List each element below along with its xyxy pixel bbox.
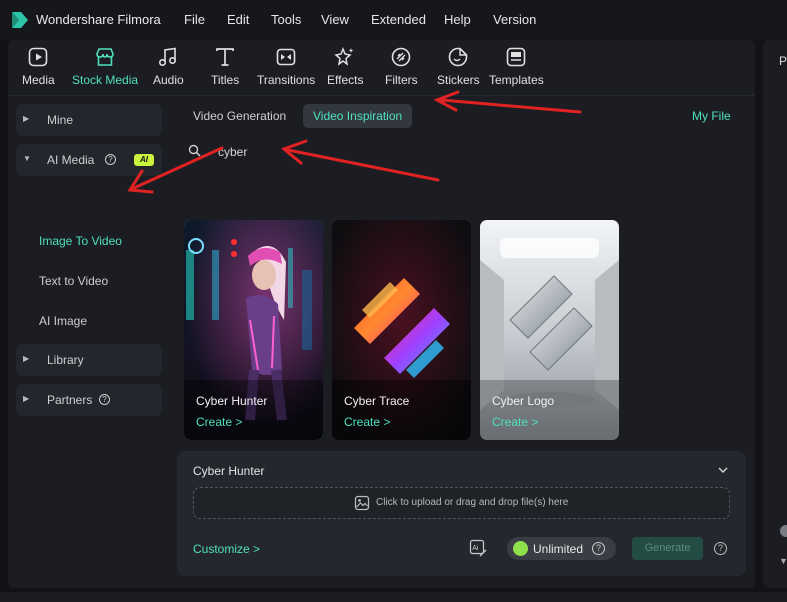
title-bar: Wondershare Filmora File Edit Tools View… (0, 0, 787, 40)
right-panel-label: P (779, 54, 787, 68)
chevron-down-icon[interactable]: ▼ (779, 556, 787, 566)
generator-title: Cyber Hunter (193, 464, 265, 478)
ai-settings-icon[interactable]: Ai (469, 539, 487, 557)
chevron-right-icon: ▶ (23, 354, 30, 363)
sidebar: ▶ Mine ▼ AI Media ? AI Image To Video Te… (8, 96, 170, 588)
sidebar-item-mine[interactable]: ▶ Mine (16, 104, 162, 136)
tab-audio-label: Audio (153, 73, 184, 87)
help-icon[interactable]: ? (99, 394, 110, 405)
tab-stickers[interactable]: Stickers (437, 46, 480, 87)
tab-transitions-label: Transitions (257, 73, 316, 87)
transitions-icon (276, 48, 296, 66)
generator-panel: Cyber Hunter Click to upload or drag and… (177, 451, 746, 576)
menu-help[interactable]: Help (444, 12, 471, 27)
sidebar-item-image-to-video[interactable]: Image To Video (39, 234, 122, 248)
main-panel: Media Stock Media Audio Titles Transitio… (8, 40, 755, 588)
search-icon (188, 144, 201, 157)
upload-dropzone[interactable]: Click to upload or drag and drop file(s)… (193, 487, 730, 519)
template-card-cyber-trace[interactable]: Cyber Trace Create > (332, 220, 471, 440)
slider-knob[interactable] (780, 525, 787, 537)
card-title: Cyber Logo (492, 394, 555, 408)
chevron-down-icon[interactable] (717, 464, 729, 476)
media-icon (29, 47, 48, 67)
tab-video-generation[interactable]: Video Generation (183, 104, 296, 128)
tab-filters[interactable]: Filters (385, 46, 418, 87)
card-title: Cyber Trace (344, 394, 410, 408)
menu-view[interactable]: View (321, 12, 349, 27)
audio-icon (159, 47, 177, 67)
tab-effects-label: Effects (327, 73, 364, 87)
filters-icon (392, 47, 411, 67)
templates-icon (507, 47, 526, 67)
tab-templates-label: Templates (489, 73, 544, 87)
search-input[interactable]: cyber (218, 145, 247, 159)
bottom-strip (0, 592, 787, 602)
unlimited-label: Unlimited (533, 542, 584, 556)
chevron-right-icon: ▶ (23, 394, 30, 403)
menu-extended[interactable]: Extended (371, 12, 426, 27)
titles-icon (216, 48, 234, 66)
tab-transitions[interactable]: Transitions (257, 46, 315, 87)
upload-hint: Click to upload or drag and drop file(s)… (376, 497, 569, 508)
media-toolbar: Media Stock Media Audio Titles Transitio… (8, 40, 755, 96)
generate-button[interactable]: Generate (632, 537, 703, 560)
create-link[interactable]: Create > (196, 415, 242, 429)
sidebar-item-label: Partners (47, 393, 93, 407)
sidebar-item-ai-media[interactable]: ▼ AI Media ? AI (16, 144, 162, 176)
template-card-cyber-hunter[interactable]: Cyber Hunter Create > (184, 220, 323, 440)
tab-media[interactable]: Media (22, 46, 55, 87)
right-panel: P ▼ (763, 40, 787, 588)
my-file-link[interactable]: My File (692, 109, 731, 123)
help-icon[interactable]: ? (592, 542, 605, 555)
sidebar-item-label: Library (47, 353, 84, 367)
filmora-logo-icon (12, 12, 28, 28)
sidebar-item-ai-image[interactable]: AI Image (39, 314, 87, 328)
app-title: Wondershare Filmora (36, 12, 161, 27)
svg-text:Ai: Ai (472, 545, 479, 552)
menu-edit[interactable]: Edit (227, 12, 249, 27)
image-upload-icon (354, 495, 370, 511)
effects-icon (334, 46, 354, 66)
tab-stickers-label: Stickers (437, 73, 480, 87)
stock-media-icon (96, 48, 114, 66)
sidebar-item-label: Mine (47, 113, 74, 127)
sidebar-item-library[interactable]: ▶ Library (16, 344, 162, 376)
sidebar-item-text-to-video[interactable]: Text to Video (39, 274, 108, 288)
customize-link[interactable]: Customize > (193, 542, 260, 556)
tab-effects[interactable]: Effects (327, 46, 363, 87)
tab-stock-media[interactable]: Stock Media (72, 46, 138, 87)
tab-stock-media-label: Stock Media (72, 73, 139, 87)
create-link[interactable]: Create > (344, 415, 390, 429)
tab-video-inspiration[interactable]: Video Inspiration (303, 104, 413, 128)
tab-audio[interactable]: Audio (153, 46, 184, 87)
tab-filters-label: Filters (385, 73, 418, 87)
menu-tools[interactable]: Tools (271, 12, 301, 27)
tab-titles-label: Titles (211, 73, 240, 87)
tab-media-label: Media (22, 73, 55, 87)
create-link[interactable]: Create > (492, 415, 538, 429)
stickers-icon (449, 47, 468, 67)
help-icon[interactable]: ? (105, 154, 116, 165)
menu-version[interactable]: Version (493, 12, 536, 27)
menu-file[interactable]: File (184, 12, 205, 27)
tab-titles[interactable]: Titles (211, 46, 239, 87)
tab-templates[interactable]: Templates (489, 46, 544, 87)
credits-icon (513, 541, 528, 556)
chevron-right-icon: ▶ (23, 114, 30, 123)
card-title: Cyber Hunter (196, 394, 268, 408)
chevron-down-icon: ▼ (23, 154, 31, 163)
help-icon[interactable]: ? (714, 542, 727, 555)
sidebar-item-label: AI Media (47, 153, 95, 167)
template-card-cyber-logo[interactable]: Cyber Logo Create > (480, 220, 619, 440)
search-field[interactable]: cyber (188, 144, 388, 162)
sidebar-item-partners[interactable]: ▶ Partners ? (16, 384, 162, 416)
unlimited-credits-pill[interactable]: Unlimited ? (507, 537, 616, 560)
ai-badge: AI (134, 154, 154, 166)
